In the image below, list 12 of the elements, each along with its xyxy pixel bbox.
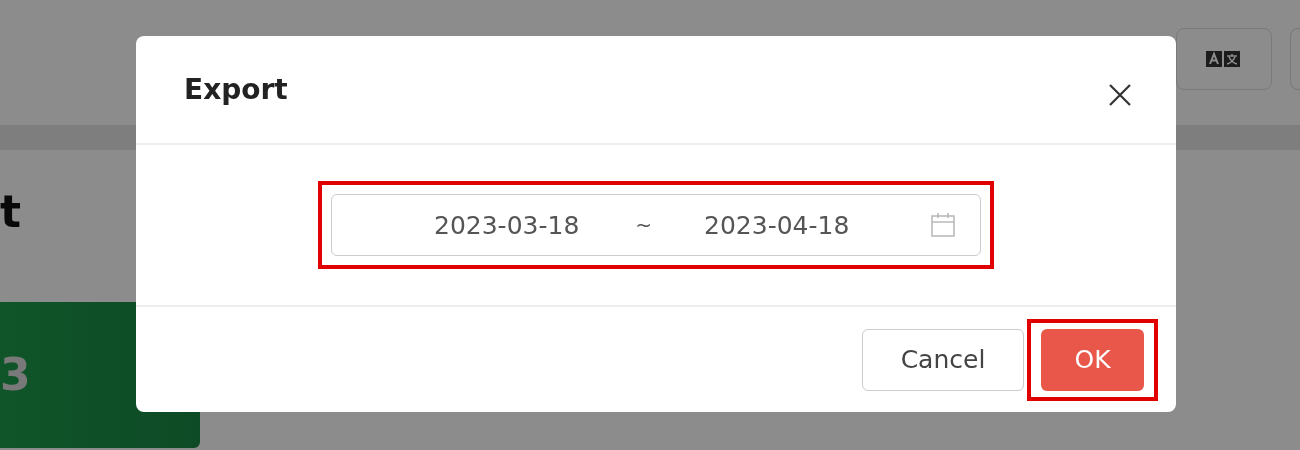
end-date: 2023-04-18 (704, 210, 850, 240)
cancel-button[interactable]: Cancel (862, 328, 1024, 391)
translate-icon (1206, 49, 1242, 69)
translate-button[interactable] (1176, 28, 1272, 90)
range-separator: ~ (635, 213, 653, 237)
dialog-title: Export (184, 73, 288, 106)
date-range-field[interactable]: 2023-03-18 ~ 2023-04-18 (331, 194, 981, 256)
close-icon[interactable] (1108, 82, 1132, 107)
stat-value: 3 (0, 353, 31, 397)
ok-button[interactable]: OK (1041, 328, 1144, 391)
start-date: 2023-03-18 (434, 210, 580, 240)
page-heading: t (0, 190, 22, 234)
